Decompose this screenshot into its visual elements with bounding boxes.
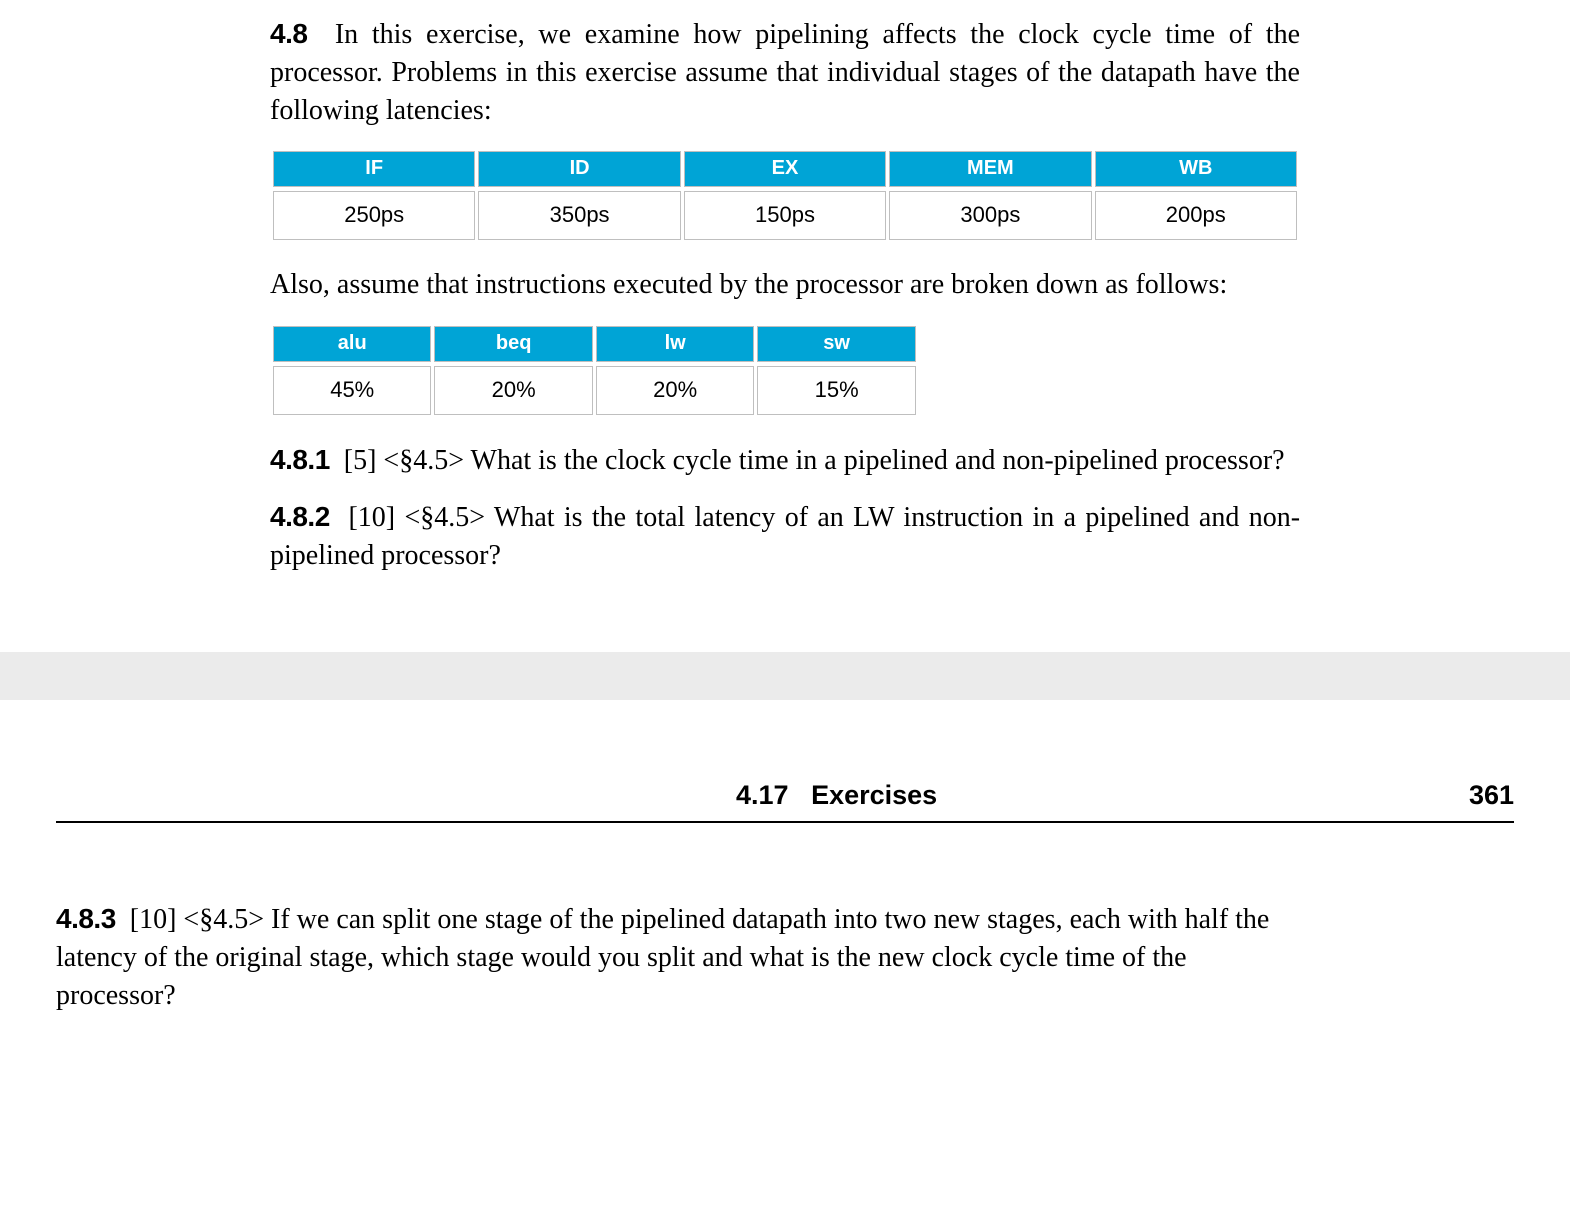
latency-cell: 300ps [889, 191, 1091, 240]
question-4-8-1-text: What is the clock cycle time in a pipeli… [471, 445, 1285, 476]
instruction-mix-table: alu beq lw sw 45% 20% 20% 15% [270, 322, 919, 419]
mix-header: alu [273, 326, 431, 362]
running-footer: 4.17 Exercises 361 [56, 780, 1514, 823]
mix-header: beq [434, 326, 592, 362]
question-4-8-3-label: 4.8.3 [56, 903, 116, 934]
latency-header: EX [684, 151, 886, 187]
latency-cell: 200ps [1095, 191, 1297, 240]
page-divider-band [0, 652, 1570, 700]
question-4-8-1-meta: [5] <§4.5> [344, 445, 464, 476]
latency-header: IF [273, 151, 475, 187]
latency-header: MEM [889, 151, 1091, 187]
latency-cell: 150ps [684, 191, 886, 240]
latency-cell: 250ps [273, 191, 475, 240]
exercise-4-8-label: 4.8 [270, 18, 307, 49]
footer-section-title: Exercises [811, 780, 937, 810]
mix-header: lw [596, 326, 754, 362]
exercise-4-8-intro: 4.8 In this exercise, we examine how pip… [270, 15, 1300, 129]
question-4-8-3: 4.8.3 [10] <§4.5> If we can split one st… [56, 900, 1280, 1014]
footer-section-number: 4.17 [736, 780, 789, 810]
question-4-8-1: 4.8.1 [5] <§4.5> What is the clock cycle… [270, 441, 1300, 480]
latency-table: IF ID EX MEM WB 250ps 350ps 150ps 300ps … [270, 147, 1300, 244]
mix-header: sw [757, 326, 915, 362]
mix-cell: 45% [273, 366, 431, 415]
instruction-mix-intro: Also, assume that instructions executed … [270, 266, 1300, 304]
mix-cell: 20% [596, 366, 754, 415]
question-4-8-1-label: 4.8.1 [270, 444, 330, 475]
question-4-8-2-label: 4.8.2 [270, 501, 330, 532]
question-4-8-3-meta: [10] <§4.5> [130, 904, 264, 935]
page-number: 361 [1469, 780, 1514, 811]
mix-cell: 20% [434, 366, 592, 415]
latency-header: WB [1095, 151, 1297, 187]
mix-cell: 15% [757, 366, 915, 415]
latency-cell: 350ps [478, 191, 680, 240]
exercise-4-8-text: In this exercise, we examine how pipelin… [270, 19, 1300, 126]
question-4-8-2: 4.8.2 [10] <§4.5> What is the total late… [270, 498, 1300, 575]
question-4-8-2-meta: [10] <§4.5> [348, 502, 485, 533]
latency-header: ID [478, 151, 680, 187]
